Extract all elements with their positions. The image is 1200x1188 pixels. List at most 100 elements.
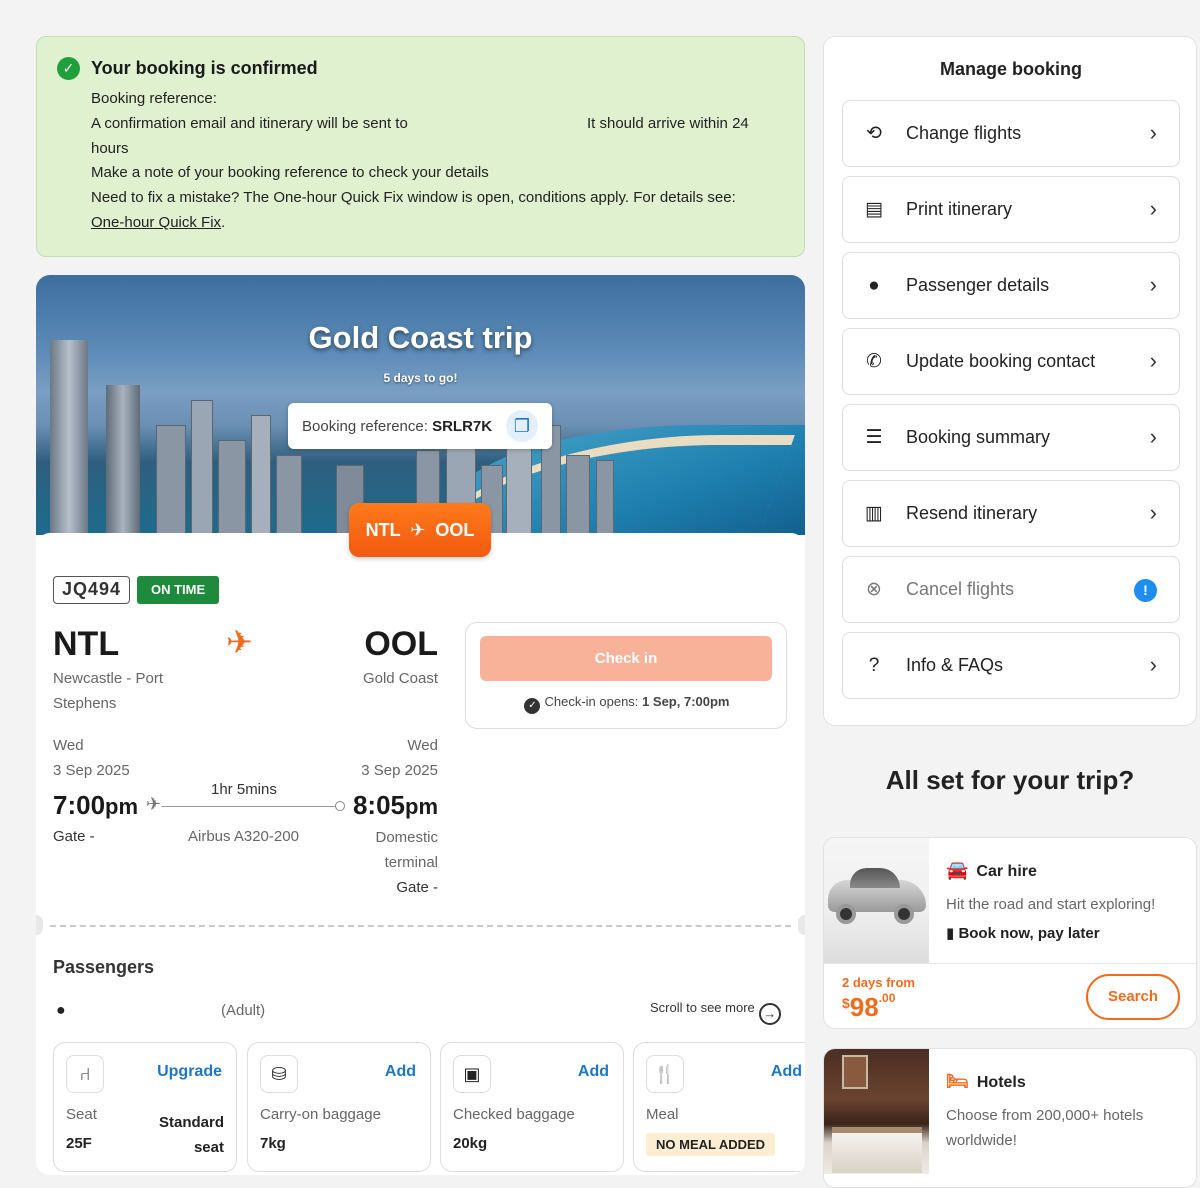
arrival-date: Wed 3 Sep 2025 xyxy=(361,737,438,779)
passenger-details-item[interactable]: ● Passenger details › xyxy=(842,252,1180,319)
arrival-gate: Gate - xyxy=(396,879,438,896)
print-itinerary-item[interactable]: ▤ Print itinerary › xyxy=(842,176,1180,243)
checked-bag-icon: ▣ xyxy=(453,1055,491,1093)
check-circle-icon: ✓ xyxy=(57,57,80,80)
phone-icon: ✆ xyxy=(866,351,882,372)
booking-reference-pill: Booking reference: SRLR7K ❐ xyxy=(288,403,552,449)
booking-reference-value: SRLR7K xyxy=(432,418,493,435)
quick-fix-notice: Need to fix a mistake? The One-hour Quic… xyxy=(91,189,736,206)
change-flights-item[interactable]: ⟲ Change flights › xyxy=(842,100,1180,167)
car-image xyxy=(824,838,929,963)
add-meal-button[interactable]: Add xyxy=(771,1063,802,1081)
cancel-icon: ⊗ xyxy=(866,579,882,600)
booking-summary-item[interactable]: ☰ Booking summary › xyxy=(842,404,1180,471)
person-icon: ● xyxy=(56,1002,66,1019)
timeline-end-icon xyxy=(335,801,345,811)
menu-label: Booking summary xyxy=(906,427,1051,447)
resend-icon: ▥ xyxy=(865,503,883,524)
destination-code: OOL xyxy=(364,625,438,663)
info-faq-icon: ? xyxy=(868,655,880,676)
chevron-right-icon: › xyxy=(1149,348,1157,373)
passengers-title: Passengers xyxy=(53,957,155,977)
departure-time: 7:00pm xyxy=(53,790,139,820)
chevron-right-icon: › xyxy=(1149,120,1157,145)
flight-timeline xyxy=(161,806,341,807)
flight-number: JQ494 xyxy=(53,576,131,604)
menu-label: Print itinerary xyxy=(906,199,1013,219)
add-carry-on-button[interactable]: Add xyxy=(385,1063,416,1081)
addon-name: Carry-on baggage xyxy=(260,1106,381,1123)
car-hire-title: 🚘 Car hire xyxy=(946,860,1037,880)
hotels-title: 🛏 Hotels xyxy=(946,1071,1026,1091)
change-flights-icon: ⟲ xyxy=(866,123,882,144)
chevron-right-icon: › xyxy=(1149,424,1157,449)
hotel-image xyxy=(824,1049,929,1174)
addon-name: Checked baggage xyxy=(453,1106,575,1123)
quick-fix-link[interactable]: One-hour Quick Fix xyxy=(91,214,221,231)
manage-booking-title: Manage booking xyxy=(939,59,1082,79)
add-checked-bag-button[interactable]: Add xyxy=(578,1063,609,1081)
confirmation-title: Your booking is confirmed xyxy=(91,58,318,78)
addon-checked-bag[interactable]: ▣ Add Checked baggage 20kg xyxy=(440,1042,624,1172)
arrow-right-icon: → xyxy=(758,1003,781,1025)
update-contact-item[interactable]: ✆ Update booking contact › xyxy=(842,328,1180,395)
trip-countdown: 5 days to go! xyxy=(383,371,458,385)
addon-value: 20kg xyxy=(453,1135,488,1152)
book-now-pay-later: ▮ Book now, pay later xyxy=(946,925,1100,942)
info-faqs-item[interactable]: ? Info & FAQs › xyxy=(842,632,1180,699)
print-itinerary-icon: ▤ xyxy=(865,199,883,220)
email-arrival-notice: It should arrive within 24 xyxy=(587,115,749,132)
car-hire-search-button[interactable]: Search xyxy=(1086,974,1180,1020)
origin-code: NTL xyxy=(53,625,120,663)
chevron-right-icon: › xyxy=(1149,196,1157,221)
car-hire-price: $98.00 xyxy=(842,991,896,1022)
checkin-button[interactable]: Check in xyxy=(480,636,772,681)
checkin-opens-note: ✓ Check-in opens: 1 Sep, 7:00pm xyxy=(466,694,788,714)
scroll-more-hint[interactable]: Scroll to see more → xyxy=(650,1000,781,1025)
passenger-icon: ● xyxy=(868,275,880,296)
chevron-right-icon: › xyxy=(1149,652,1157,677)
trip-hero-image: Gold Coast trip 5 days to go! Booking re… xyxy=(36,275,805,535)
addon-seat[interactable]: ⑁ Upgrade Seat 25F Standard seat xyxy=(53,1042,237,1172)
route-to: OOL xyxy=(435,520,475,540)
addon-carry-on[interactable]: ⛁ Add Carry-on baggage 7kg xyxy=(247,1042,431,1172)
car-hire-card[interactable]: 🚘 Car hire Hit the road and start explori… xyxy=(823,837,1197,1029)
email-arrival-notice-cont: hours xyxy=(91,140,129,157)
trip-card: Gold Coast trip 5 days to go! Booking re… xyxy=(36,275,805,1175)
menu-label: Resend itinerary xyxy=(906,503,1038,523)
car-hire-desc: Hit the road and start exploring! xyxy=(946,896,1156,913)
chevron-right-icon: › xyxy=(1149,272,1157,297)
departure-gate: Gate - xyxy=(53,828,95,845)
plane-icon: ✈ xyxy=(405,520,431,540)
route-from: NTL xyxy=(365,520,401,540)
menu-label: Passenger details xyxy=(906,275,1050,295)
arrival-time: 8:05pm xyxy=(352,790,438,820)
chevron-right-icon: › xyxy=(1149,500,1157,525)
passenger-type: (Adult) xyxy=(221,1002,266,1019)
cancel-flights-item[interactable]: ⊗ Cancel flights ! xyxy=(842,556,1180,623)
addon-name: Seat xyxy=(66,1106,97,1123)
addon-name: Meal xyxy=(646,1106,679,1123)
divider xyxy=(50,925,791,927)
seat-class: Standard seat xyxy=(158,1114,224,1156)
booking-reference-label: Booking reference: xyxy=(302,418,428,435)
hotels-card[interactable]: 🛏 Hotels Choose from 200,000+ hotels worl… xyxy=(823,1048,1197,1188)
resend-itinerary-item[interactable]: ▥ Resend itinerary › xyxy=(842,480,1180,547)
addon-meal[interactable]: 🍴 Add Meal NO MEAL ADDED xyxy=(633,1042,805,1172)
menu-label: Info & FAQs xyxy=(906,655,1004,675)
upgrade-seat-button[interactable]: Upgrade xyxy=(157,1063,222,1081)
bed-icon: 🛏 xyxy=(946,1071,969,1091)
aircraft-type: Airbus A320-200 xyxy=(188,828,299,845)
addon-value: 7kg xyxy=(260,1135,286,1152)
flight-duration: 1hr 5mins xyxy=(211,781,277,798)
menu-label: Change flights xyxy=(906,123,1022,143)
meal-icon: 🍴 xyxy=(646,1055,684,1093)
carry-on-bag-icon: ⛁ xyxy=(260,1055,298,1093)
timeline-plane-icon: ✈ xyxy=(146,794,162,814)
info-alert-icon[interactable]: ! xyxy=(1134,579,1157,602)
confirmation-banner: ✓ Your booking is confirmed Booking refe… xyxy=(36,36,805,257)
hotels-desc: Choose from 200,000+ hotels worldwide! xyxy=(946,1107,1144,1149)
copy-icon[interactable]: ❐ xyxy=(506,410,538,442)
trip-title: Gold Coast trip xyxy=(308,320,533,355)
seat-number: 25F xyxy=(66,1135,92,1152)
